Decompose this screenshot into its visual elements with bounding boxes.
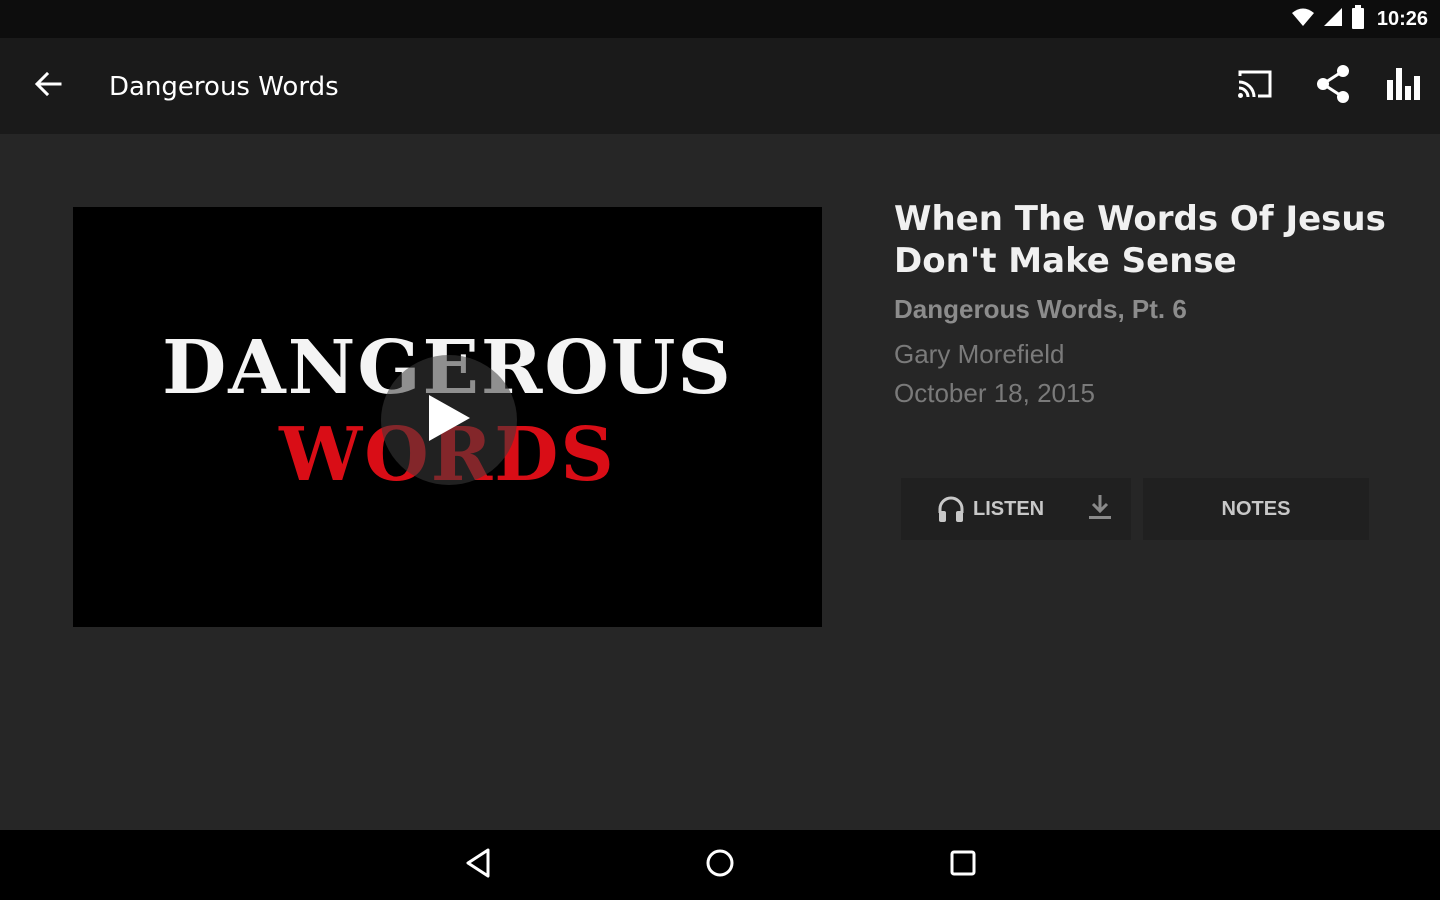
listen-button[interactable]: LISTEN <box>901 478 1131 540</box>
status-bar: 10:26 <box>0 0 1440 38</box>
cast-button[interactable] <box>1229 62 1281 110</box>
series-name: Dangerous Words, Pt. 6 <box>894 294 1187 324</box>
episode-title: When The Words Of Jesus Don't Make Sense <box>894 199 1386 281</box>
share-icon <box>1314 64 1352 109</box>
video-player[interactable]: DANGEROUS WORDS <box>73 207 822 627</box>
nav-back-button[interactable] <box>448 840 508 890</box>
episode-date: October 18, 2015 <box>894 378 1095 408</box>
episode-details: When The Words Of Jesus Don't Make Sense… <box>894 198 1394 409</box>
app-bar: Dangerous Words <box>0 38 1440 134</box>
page-title: Dangerous Words <box>109 72 339 102</box>
nav-recents-button[interactable] <box>933 840 993 890</box>
play-button[interactable] <box>381 355 517 485</box>
listen-label: LISTEN <box>973 497 1045 520</box>
content-area: DANGEROUS WORDS When The Words Of Jesus … <box>0 134 1440 830</box>
system-nav-bar <box>0 830 1440 900</box>
download-button[interactable] <box>1085 492 1115 527</box>
home-circle-icon <box>704 847 736 884</box>
speaker-name: Gary Morefield <box>894 339 1065 369</box>
notes-label: NOTES <box>1221 497 1291 520</box>
status-time: 10:26 <box>1376 7 1428 30</box>
headphones-icon <box>937 495 965 523</box>
signal-icon <box>1323 7 1343 32</box>
notes-button[interactable]: NOTES <box>1143 478 1369 540</box>
nav-home-button[interactable] <box>690 840 750 890</box>
equalizer-icon <box>1386 66 1424 107</box>
download-icon <box>1085 492 1115 527</box>
status-icons: 10:26 <box>1291 4 1428 34</box>
battery-icon <box>1351 4 1365 34</box>
equalizer-button[interactable] <box>1379 62 1431 110</box>
play-icon <box>426 393 472 448</box>
back-triangle-icon <box>463 847 493 884</box>
share-button[interactable] <box>1307 62 1359 110</box>
wifi-icon <box>1291 7 1315 32</box>
back-button[interactable] <box>22 62 74 110</box>
recents-square-icon <box>948 848 978 883</box>
cast-icon <box>1236 68 1274 105</box>
arrow-back-icon <box>34 70 62 103</box>
